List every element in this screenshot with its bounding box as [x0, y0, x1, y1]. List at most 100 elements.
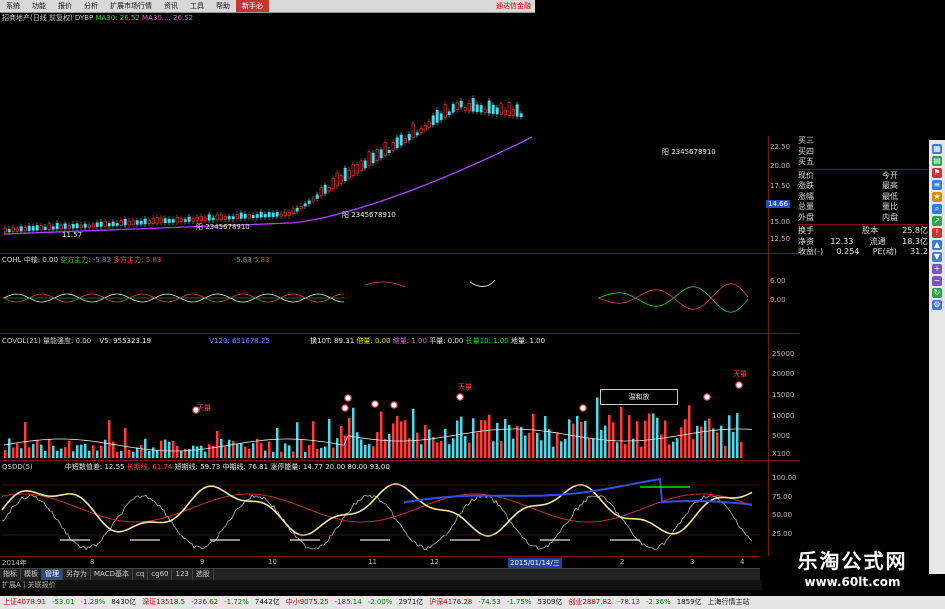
volume-bar [12, 447, 15, 458]
candle-body [495, 107, 499, 115]
chart-icon[interactable]: ▤ [932, 156, 942, 166]
volume-bar [728, 415, 731, 458]
grid-icon[interactable]: ▦ [932, 144, 942, 154]
candle-body [151, 217, 155, 224]
candle-body [35, 225, 39, 231]
settings-icon[interactable]: ⚙ [932, 300, 942, 310]
status-item: -2.00% [367, 598, 393, 606]
volume-bar [236, 443, 239, 458]
candle-body [195, 216, 199, 222]
status-item: 5309亿 [537, 598, 563, 606]
candle-body [455, 102, 459, 110]
candle-body [403, 137, 407, 143]
cohl-line-red-right [597, 283, 749, 310]
volume-bar [24, 422, 27, 458]
quote-row: 换手 股本 25.8亿 [798, 226, 928, 237]
volume-bar [36, 440, 39, 458]
quote-key: 量比 [882, 202, 898, 211]
volume-bar [316, 448, 319, 458]
current-price-marker: 14.66 [766, 200, 791, 208]
candle-body [63, 223, 67, 229]
arrow-down-icon[interactable]: ▼ [932, 252, 942, 262]
price-tick-3: 17.50 [770, 182, 791, 190]
volume-bar [492, 441, 495, 458]
peak-label-1: 天量 [197, 404, 211, 412]
time-label: 8 [90, 558, 95, 566]
candle-body [499, 103, 503, 115]
candle-body [519, 113, 523, 118]
quote-row: 外盘 内盘 [798, 213, 928, 224]
volume-bar [208, 444, 211, 458]
quote-key: 换手 [798, 226, 814, 235]
cohl-title-row: COHL 中轴: 0.00 空方主力: -5.83 多方主力: 5.83 -5.… [2, 256, 270, 265]
candle-body [375, 149, 379, 161]
volume-bar [28, 447, 31, 458]
candle-body [299, 206, 303, 209]
covol-tick-4: 10000 [772, 412, 795, 420]
candle-body [307, 200, 311, 204]
volume-bar [44, 450, 47, 458]
volume-peak-marker [371, 400, 379, 408]
cohl-tick-1: 6.00 [770, 277, 786, 285]
arrow-up-icon[interactable]: ▲ [932, 240, 942, 250]
volume-bar [664, 420, 667, 458]
status-item: 深证13518.5 [142, 598, 186, 606]
volume-bar [684, 419, 687, 458]
alert-icon[interactable]: ! [932, 228, 942, 238]
candle-body [147, 220, 151, 224]
volume-bar [196, 446, 199, 458]
zoom-in-icon[interactable]: + [932, 264, 942, 274]
status-item: -236.62 [191, 598, 219, 606]
volume-bar [484, 420, 487, 458]
volume-bar [580, 421, 583, 458]
volume-bar [460, 416, 463, 458]
flag-icon[interactable]: ⚑ [932, 168, 942, 178]
list-icon[interactable]: ≡ [932, 180, 942, 190]
candle-body [515, 104, 519, 117]
status-item: -53.01 [51, 598, 75, 606]
status-item: 8430亿 [111, 598, 137, 606]
volume-bar [88, 450, 91, 458]
candle-body [291, 208, 295, 215]
candle-body [295, 207, 299, 212]
trend-icon[interactable]: ↗ [932, 216, 942, 226]
candle-body [31, 226, 35, 231]
qsdd-param-3: 短期线: 59.73 [174, 463, 221, 471]
sub-bar[interactable]: 扩展A | 关联报价 [0, 580, 762, 590]
volume-bar [320, 447, 323, 458]
volume-bar [352, 407, 355, 458]
candle-body [55, 222, 59, 230]
volume-bar [276, 427, 279, 458]
star-icon[interactable]: ★ [932, 192, 942, 202]
volume-bar [676, 438, 679, 458]
volume-bar [584, 420, 587, 458]
zoom-out-icon[interactable]: − [932, 276, 942, 286]
chart-canvas[interactable] [0, 0, 945, 609]
search-icon[interactable]: ⌕ [932, 204, 942, 214]
candle-body [487, 100, 491, 114]
volume-bar [604, 425, 607, 458]
refresh-icon[interactable]: ↻ [932, 288, 942, 298]
candle-body [431, 115, 435, 126]
volume-peak-marker [703, 393, 711, 401]
candle-body [435, 110, 439, 123]
covol-tick-2: 20000 [772, 370, 795, 378]
volume-bar [248, 448, 251, 458]
status-item: 沪深4176.28 [429, 598, 473, 606]
right-toolbar: ▦ ▤ ⚑ ≡ ★ ⌕ ↗ ! ▲ ▼ + − ↻ ⚙ [929, 140, 945, 574]
volume-bar [708, 418, 711, 458]
volume-bar [300, 439, 303, 458]
candle-body [91, 223, 95, 228]
candle-body [215, 214, 219, 221]
site-watermark: 乐淘公式网 www.60lt.com [760, 548, 945, 596]
candle-body [139, 220, 143, 225]
low-price-annotation: 11.57 [62, 231, 83, 239]
candle-body [315, 194, 319, 199]
status-item: 创业2887.82 [568, 598, 612, 606]
volume-bar [568, 419, 571, 458]
candle-body [211, 217, 215, 221]
quote-key: 收益(-) [798, 247, 824, 256]
volume-bar [280, 451, 283, 458]
volume-bar [616, 442, 619, 458]
volume-bar [500, 441, 503, 458]
